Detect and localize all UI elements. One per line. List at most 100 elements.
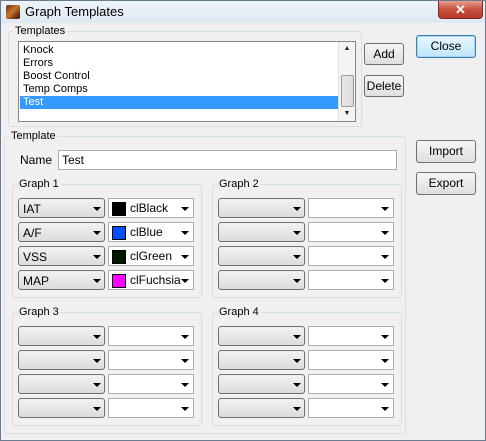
graph-3-channel-select[interactable] — [18, 398, 105, 418]
graph-4-color-select[interactable] — [308, 374, 394, 394]
add-button[interactable]: Add — [364, 43, 404, 65]
color-swatch — [112, 274, 126, 288]
graph-1-color-select[interactable]: clGreen — [108, 246, 194, 266]
template-group-legend: Template — [11, 130, 56, 142]
name-field[interactable]: Test — [58, 150, 397, 170]
chevron-down-icon — [93, 359, 101, 363]
graph-2-channel-select[interactable] — [218, 246, 305, 266]
scroll-up-arrow-icon[interactable]: ▲ — [339, 42, 355, 56]
channel-value: A/F — [23, 226, 42, 240]
channel-value: VSS — [23, 250, 48, 264]
chevron-down-icon — [381, 407, 389, 411]
graph-4-channel-select[interactable] — [218, 374, 305, 394]
graph-3-color-select[interactable] — [108, 374, 194, 394]
list-item[interactable]: Boost Control — [20, 70, 341, 83]
window-title: Graph Templates — [25, 4, 124, 19]
graph-2-channel-select[interactable] — [218, 198, 305, 218]
graph-4-color-select[interactable] — [308, 398, 394, 418]
graph-1-channel-select[interactable]: IAT — [18, 198, 105, 218]
color-name: clFuchsia — [130, 273, 181, 287]
chevron-down-icon — [181, 255, 189, 259]
graph-3-legend: Graph 3 — [19, 306, 59, 318]
delete-button[interactable]: Delete — [364, 75, 404, 97]
graph-2-legend: Graph 2 — [219, 178, 259, 190]
chevron-down-icon — [181, 407, 189, 411]
color-swatch — [112, 250, 126, 264]
scroll-down-arrow-icon[interactable]: ▼ — [339, 107, 355, 121]
graph-3-color-select[interactable] — [108, 398, 194, 418]
color-swatch — [112, 202, 126, 216]
chevron-down-icon — [93, 383, 101, 387]
import-button[interactable]: Import — [416, 140, 476, 163]
list-item[interactable]: Knock — [20, 44, 341, 57]
graph-1-channel-select[interactable]: VSS — [18, 246, 105, 266]
graph-4-channel-select[interactable] — [218, 350, 305, 370]
close-button[interactable]: Close — [416, 35, 476, 58]
graph-1-channel-select[interactable]: A/F — [18, 222, 105, 242]
graph-2-color-select[interactable] — [308, 246, 394, 266]
window-close-button[interactable]: ✕ — [438, 1, 483, 19]
graph-1-color-select[interactable]: clFuchsia — [108, 270, 194, 290]
graph-4-channel-select[interactable] — [218, 398, 305, 418]
app-icon — [6, 5, 20, 19]
chevron-down-icon — [293, 279, 301, 283]
chevron-down-icon — [293, 335, 301, 339]
chevron-down-icon — [93, 255, 101, 259]
chevron-down-icon — [181, 279, 189, 283]
chevron-down-icon — [93, 207, 101, 211]
chevron-down-icon — [181, 359, 189, 363]
graph-2-color-select[interactable] — [308, 222, 394, 242]
graph-1-color-select[interactable]: clBlue — [108, 222, 194, 242]
export-button[interactable]: Export — [416, 172, 476, 195]
chevron-down-icon — [381, 335, 389, 339]
templates-scrollbar[interactable]: ▲ ▼ — [338, 42, 355, 121]
chevron-down-icon — [93, 407, 101, 411]
chevron-down-icon — [381, 359, 389, 363]
graph-3-channel-select[interactable] — [18, 374, 105, 394]
name-label: Name — [20, 153, 53, 167]
chevron-down-icon — [293, 255, 301, 259]
chevron-down-icon — [93, 279, 101, 283]
graph-4-legend: Graph 4 — [219, 306, 259, 318]
chevron-down-icon — [181, 231, 189, 235]
chevron-down-icon — [293, 207, 301, 211]
graph-3-color-select[interactable] — [108, 350, 194, 370]
graph-1-channel-select[interactable]: MAP — [18, 270, 105, 290]
color-name: clBlack — [130, 201, 169, 215]
graph-4-color-select[interactable] — [308, 326, 394, 346]
title-bar[interactable]: Graph Templates ✕ — [1, 1, 485, 23]
color-name: clGreen — [130, 249, 173, 263]
templates-listbox[interactable]: Knock Errors Boost Control Temp Comps Te… — [18, 41, 356, 122]
chevron-down-icon — [293, 407, 301, 411]
channel-value: IAT — [23, 202, 41, 216]
graph-3-channel-select[interactable] — [18, 350, 105, 370]
scroll-thumb[interactable] — [341, 75, 354, 107]
chevron-down-icon — [381, 231, 389, 235]
chevron-down-icon — [181, 207, 189, 211]
graph-4-channel-select[interactable] — [218, 326, 305, 346]
templates-group-legend: Templates — [15, 25, 66, 37]
list-item[interactable]: Errors — [20, 57, 341, 70]
graph-1-color-select[interactable]: clBlack — [108, 198, 194, 218]
list-item[interactable]: Temp Comps — [20, 83, 341, 96]
graph-2-color-select[interactable] — [308, 198, 394, 218]
list-item-selected[interactable]: Test — [20, 96, 341, 109]
chevron-down-icon — [93, 335, 101, 339]
graph-1-legend: Graph 1 — [19, 178, 59, 190]
color-swatch — [112, 226, 126, 240]
chevron-down-icon — [381, 207, 389, 211]
graph-3-channel-select[interactable] — [18, 326, 105, 346]
chevron-down-icon — [293, 383, 301, 387]
close-icon: ✕ — [455, 2, 466, 17]
chevron-down-icon — [381, 383, 389, 387]
graph-2-channel-select[interactable] — [218, 270, 305, 290]
graph-4-color-select[interactable] — [308, 350, 394, 370]
chevron-down-icon — [181, 383, 189, 387]
chevron-down-icon — [381, 279, 389, 283]
graph-2-color-select[interactable] — [308, 270, 394, 290]
chevron-down-icon — [181, 335, 189, 339]
graph-3-color-select[interactable] — [108, 326, 194, 346]
graph-2-channel-select[interactable] — [218, 222, 305, 242]
chevron-down-icon — [93, 231, 101, 235]
chevron-down-icon — [381, 255, 389, 259]
